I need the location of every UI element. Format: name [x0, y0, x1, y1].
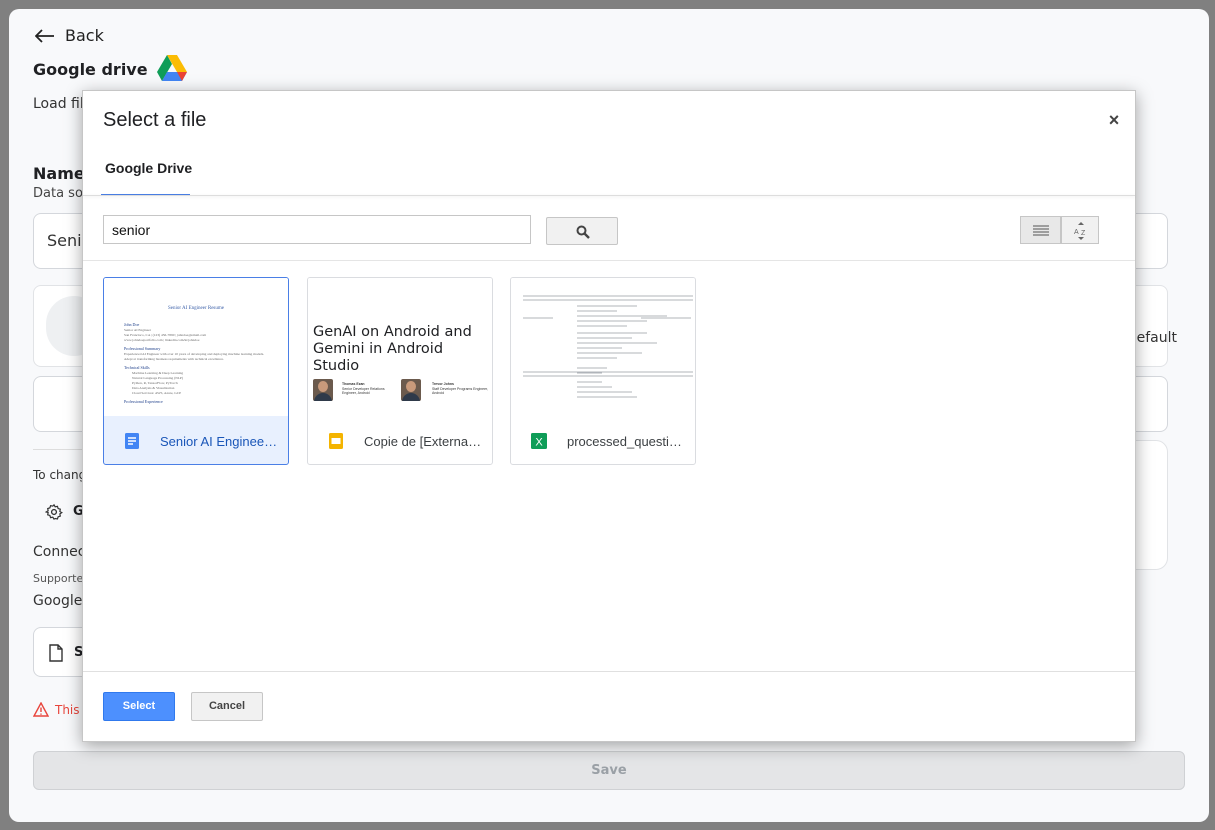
- file-name: Copie de [External] GenAI on Android: [364, 433, 482, 449]
- select-button[interactable]: Select: [103, 692, 175, 721]
- page-title: Google drive: [33, 54, 188, 84]
- tab-google-drive[interactable]: Google Drive: [101, 148, 192, 196]
- warning-message: This f: [33, 702, 88, 717]
- svg-text:Z: Z: [1081, 230, 1086, 237]
- svg-text:X: X: [535, 437, 543, 449]
- list-view-button[interactable]: [1020, 216, 1061, 244]
- sheet-preview: [523, 295, 693, 398]
- speaker-info: Trevor Johns Staff Developer Programs En…: [432, 382, 490, 396]
- thumb-doc-exp-heading: Professional Experience: [124, 399, 163, 404]
- file-thumbnail: GenAI on Android and Gemini in Android S…: [308, 278, 492, 416]
- file-thumbnail: [511, 278, 695, 416]
- arrow-left-icon: [35, 28, 54, 43]
- save-button[interactable]: Save: [33, 751, 1185, 790]
- speaker-role: Senior Developer Relations Engineer, And…: [342, 386, 385, 396]
- cancel-button[interactable]: Cancel: [191, 692, 263, 721]
- thumb-slide-title: GenAI on Android and Gemini in Android S…: [313, 324, 472, 374]
- thumb-doc-summary: Experienced AI Engineer with over 10 yea…: [124, 352, 265, 361]
- file-tile[interactable]: Senior AI Engineer Resume John Doe Senio…: [103, 277, 289, 465]
- speaker-photo: [313, 379, 333, 401]
- back-link[interactable]: Back: [35, 26, 104, 45]
- speaker-role: Staff Developer Programs Engineer, Andro…: [432, 386, 488, 396]
- sort-az-icon: AZ: [1074, 222, 1086, 240]
- google-slides-icon: [329, 433, 343, 449]
- file-name: processed_questions: [567, 433, 685, 449]
- svg-text:A: A: [1074, 229, 1079, 236]
- name-label: Name: [33, 164, 85, 183]
- file-tile[interactable]: X processed_questions: [510, 277, 696, 465]
- footer-divider: [83, 671, 1135, 672]
- list-view-icon: [1033, 225, 1049, 236]
- search-input[interactable]: [103, 215, 531, 244]
- file-tile[interactable]: GenAI on Android and Gemini in Android S…: [307, 277, 493, 465]
- file-tile-footer: X processed_questions: [511, 416, 695, 464]
- file-picker-dialog: Select a file × Google Drive AZ Senior A…: [82, 90, 1136, 742]
- google-docs-icon: [125, 433, 139, 449]
- page-title-text: Google drive: [33, 59, 148, 79]
- speaker-info: Thomas Ezan Senior Developer Relations E…: [342, 382, 400, 396]
- search-icon: [576, 225, 590, 239]
- default-label: efault: [1136, 330, 1177, 346]
- file-tile-footer: Senior AI Engineer Resume: [104, 416, 288, 464]
- search-divider: [83, 260, 1135, 261]
- gear-icon[interactable]: [45, 503, 63, 521]
- search-button[interactable]: [546, 217, 618, 245]
- thumb-doc-links: www.johndoeportfolio.com | linkedin.com/…: [124, 338, 200, 342]
- warning-icon: [33, 702, 49, 717]
- excel-sheet-icon: X: [531, 433, 547, 449]
- file-tile-footer: Copie de [External] GenAI on Android: [308, 416, 492, 464]
- file-name: Senior AI Engineer Resume: [160, 433, 278, 449]
- thumb-doc-skill: Cloud Services: AWS, Azure, GCP: [132, 391, 182, 395]
- dialog-title: Select a file: [103, 109, 207, 131]
- supported-text: Supporte: [33, 572, 84, 585]
- speaker-photo: [401, 379, 421, 401]
- file-icon: [49, 644, 63, 662]
- sort-button[interactable]: AZ: [1061, 216, 1099, 244]
- file-thumbnail: Senior AI Engineer Resume John Doe Senio…: [104, 278, 288, 416]
- back-label: Back: [65, 26, 104, 45]
- close-icon[interactable]: ×: [1107, 110, 1121, 130]
- thumb-doc-title: Senior AI Engineer Resume: [168, 306, 224, 311]
- google-drive-logo-icon: [156, 55, 187, 81]
- tab-bar-divider: [83, 195, 1135, 196]
